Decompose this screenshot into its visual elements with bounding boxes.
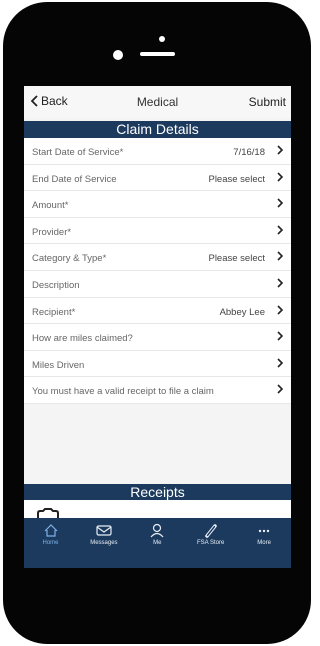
tab-bar: Home Messages Me FSA Store More (24, 518, 291, 568)
form-row-label: Miles Driven (32, 359, 85, 371)
form-row-label: End Date of Service (32, 173, 117, 185)
tab-messages[interactable]: Messages (77, 522, 130, 546)
chevron-right-icon (277, 225, 283, 235)
form-row-label: How are miles claimed? (32, 333, 133, 345)
receipts-header: Receipts (24, 484, 291, 501)
chevron-right-icon (277, 278, 283, 288)
tab-label: FSA Store (197, 540, 225, 546)
form-row-label: Recipient* (32, 306, 76, 318)
form-row-label: Amount* (32, 200, 69, 212)
form-row[interactable]: End Date of Service Please select (24, 165, 291, 192)
chevron-right-icon (277, 384, 283, 394)
chevron-right-icon (277, 358, 283, 368)
home-icon (44, 524, 57, 537)
form-row-value: Abbey Lee (219, 306, 265, 318)
tab-label: Home (42, 540, 59, 546)
form-row-label: You must have a valid receipt to file a … (32, 386, 214, 398)
more-icon (258, 529, 270, 533)
form-row-label: Category & Type* (32, 253, 107, 265)
camera-dot (159, 36, 165, 42)
form-row[interactable]: Recipient* Abbey Lee (24, 298, 291, 325)
form-row[interactable]: Amount* (24, 191, 291, 218)
form-row[interactable]: Miles Driven (24, 351, 291, 378)
claim-form-list: Start Date of Service* 7/16/18 End Date of… (24, 138, 291, 404)
tab-label: Messages (90, 540, 118, 546)
tab-home[interactable]: Home (24, 522, 77, 546)
claim-details-header: Claim Details (24, 121, 291, 138)
chevron-right-icon (277, 145, 283, 155)
person-icon (150, 523, 164, 538)
form-row[interactable]: Start Date of Service* 7/16/18 (24, 138, 291, 165)
chevron-right-icon (277, 172, 283, 182)
pill-icon (204, 524, 217, 538)
chevron-right-icon (277, 331, 283, 341)
form-row-value: Please select (208, 253, 265, 265)
speaker-grille (140, 52, 175, 56)
submit-button[interactable]: Submit (249, 95, 286, 109)
form-row[interactable]: You must have a valid receipt to file a … (24, 377, 291, 404)
tab-more[interactable]: More (238, 522, 291, 546)
form-row[interactable]: How are miles claimed? (24, 324, 291, 351)
sensor-dot (113, 50, 123, 60)
app-screen: Back Medical Submit Claim Details Start … (24, 86, 291, 568)
form-row[interactable]: Category & Type* Please select (24, 244, 291, 271)
chevron-right-icon (277, 304, 283, 315)
form-row-label: Provider* (32, 226, 72, 238)
form-row-label: Start Date of Service* (32, 147, 124, 158)
chevron-right-icon (277, 198, 283, 208)
chevron-right-icon (277, 251, 283, 261)
form-row-value: Please select (208, 173, 265, 185)
tab-label: More (257, 540, 271, 546)
tab-label: Me (153, 540, 162, 546)
form-row[interactable]: Provider* (24, 218, 291, 245)
tab-fsa-store[interactable]: FSA Store (184, 522, 237, 546)
form-row-label: Description (32, 279, 80, 291)
mail-icon (96, 525, 112, 536)
nav-bar: Back Medical Submit (24, 86, 291, 118)
form-row[interactable]: Description (24, 271, 291, 298)
form-row-value: 7/16/18 (233, 147, 265, 158)
tab-me[interactable]: Me (131, 522, 184, 546)
